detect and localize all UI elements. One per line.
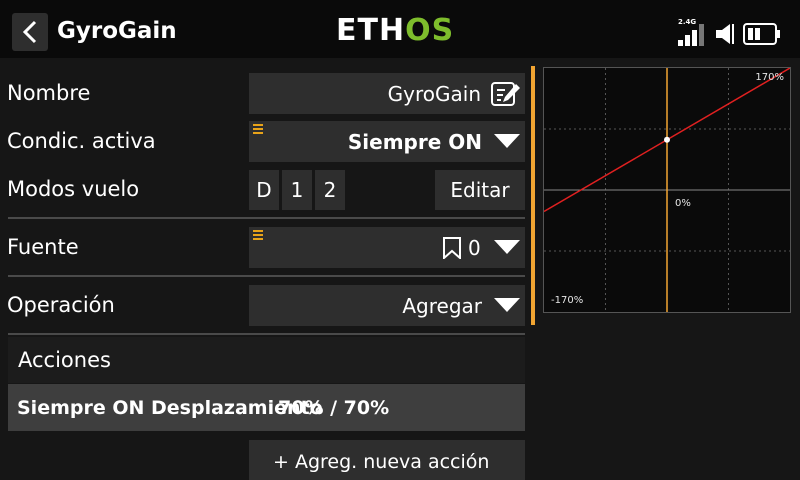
page-title: GyroGain — [57, 18, 177, 44]
graph-max-label: 170% — [755, 72, 784, 83]
curve-graph: 170% 0% -170% — [543, 67, 791, 313]
curve-graph-canvas — [544, 68, 790, 312]
nombre-value: GyroGain — [387, 82, 481, 106]
modos-label: Modos vuelo — [7, 177, 140, 201]
speaker-icon — [716, 24, 734, 44]
acciones-title: Acciones — [18, 348, 111, 372]
condicion-label: Condic. activa — [7, 129, 156, 153]
signal-icon — [678, 24, 704, 46]
editar-button[interactable]: Editar — [435, 170, 525, 210]
divider — [8, 217, 525, 219]
fuente-dropdown[interactable] — [249, 227, 525, 268]
nombre-label: Nombre — [7, 81, 91, 105]
chevron-down-icon — [494, 240, 520, 254]
fuente-value: 0 — [468, 236, 481, 260]
condicion-value: Siempre ON — [347, 130, 482, 154]
chevron-down-icon — [494, 298, 520, 312]
add-action-label: + Agreg. nueva acción — [273, 451, 490, 473]
mode-1-button[interactable]: 1 — [282, 170, 312, 210]
chevron-down-icon — [494, 134, 520, 148]
operacion-dropdown[interactable] — [249, 285, 525, 326]
bookmark-icon — [443, 237, 461, 259]
menu-marker-icon — [253, 230, 263, 240]
back-button[interactable] — [12, 13, 48, 51]
divider — [8, 275, 525, 277]
graph-mid-label: 0% — [675, 198, 691, 209]
status-bar: 2.4G — [676, 18, 786, 48]
graph-min-label: -170% — [551, 295, 584, 306]
fuente-label: Fuente — [7, 235, 79, 259]
menu-marker-icon — [253, 124, 263, 134]
battery-icon — [743, 23, 780, 45]
mode-2-button[interactable]: 2 — [315, 170, 345, 210]
ethos-logo: ETHOS — [336, 13, 455, 48]
mode-d-button[interactable]: D — [249, 170, 279, 210]
edit-icon — [491, 82, 520, 106]
action-item-text: Siempre ON Desplazamiento — [17, 397, 323, 419]
scroll-indicator — [531, 66, 535, 325]
chevron-left-icon — [22, 20, 37, 44]
operacion-value: Agregar — [402, 294, 482, 318]
divider — [8, 333, 525, 335]
action-item-value: 70% / 70% — [278, 397, 390, 419]
operacion-label: Operación — [7, 293, 115, 317]
curve-point — [664, 136, 670, 143]
